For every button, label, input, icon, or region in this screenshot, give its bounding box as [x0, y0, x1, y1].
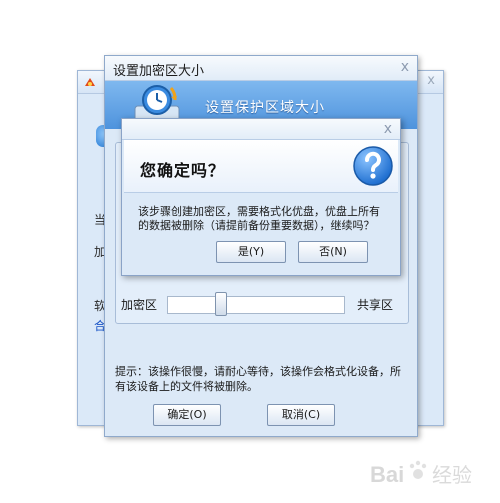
confirm-question-band: 您确定吗？ [124, 140, 398, 193]
cancel-button[interactable]: 取消(C) [267, 404, 335, 426]
confirm-dialog-close-icon[interactable]: x [384, 121, 392, 137]
background-window-close-icon[interactable]: x [427, 73, 435, 88]
slider-label-encrypted: 加密区 [121, 298, 158, 312]
main-window-titlebar: 设置加密区大小 x [105, 56, 417, 81]
confirm-dialog: x 您确定吗？ 该步骤创建加密区，需要格式化优盘，优盘上所有的数据被删除（请提前… [121, 118, 401, 276]
area-size-slider-thumb[interactable] [215, 292, 227, 316]
no-button[interactable]: 否(N) [298, 241, 368, 263]
svg-text:经验: 经验 [432, 463, 472, 487]
ok-button[interactable]: 确定(O) [153, 404, 221, 426]
confirm-message: 该步骤创建加密区，需要格式化优盘，优盘上所有的数据被删除（请提前备份重要数据），… [138, 205, 380, 232]
app-logo-icon [85, 78, 95, 86]
question-mark-icon [353, 146, 393, 186]
warning-tip-text: 提示：该操作很慢，请耐心等待，该操作会格式化设备，所有该设备上的文件将被删除。 [115, 365, 401, 393]
baidu-jingyan-watermark: Bai 经验 [370, 460, 472, 487]
area-size-slider-track[interactable] [167, 296, 345, 314]
confirm-question-title: 您确定吗？ [140, 161, 226, 180]
svg-text:Bai: Bai [370, 462, 404, 487]
confirm-dialog-titlebar: x [122, 119, 400, 140]
slider-label-shared: 共享区 [356, 298, 393, 312]
main-window-title: 设置加密区大小 [113, 64, 205, 79]
header-title: 设置保护区域大小 [205, 100, 325, 116]
main-window-close-icon[interactable]: x [401, 59, 409, 75]
yes-button[interactable]: 是(Y) [216, 241, 286, 263]
